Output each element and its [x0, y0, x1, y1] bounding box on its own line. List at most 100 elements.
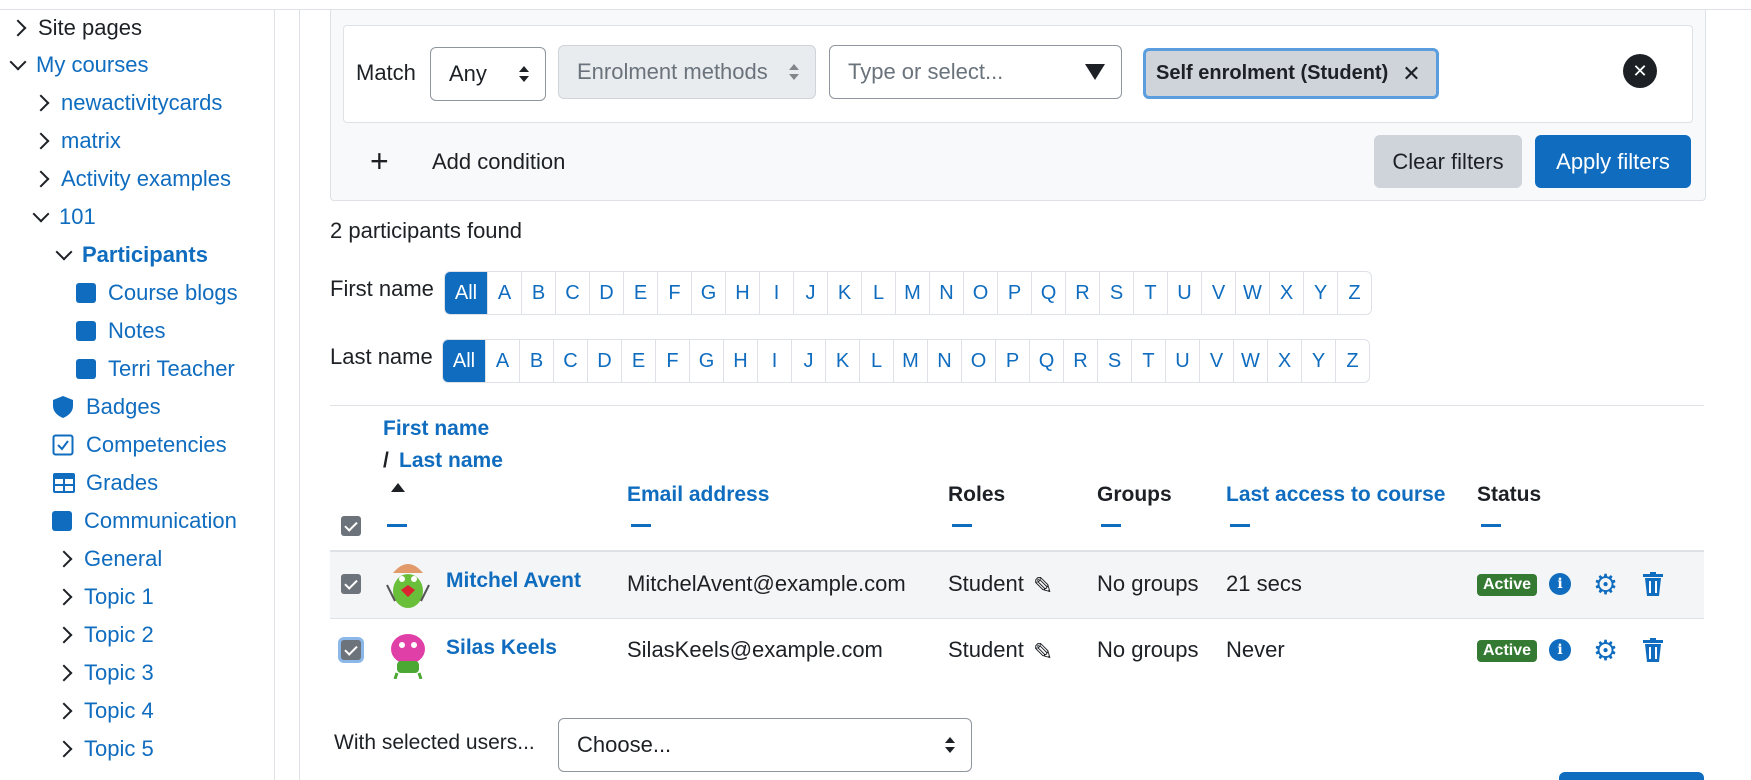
gear-icon[interactable]: ⚙ — [1593, 568, 1618, 601]
pencil-icon[interactable]: ✎ — [1033, 638, 1053, 667]
sidebar-item-terri-teacher[interactable]: Terri Teacher — [76, 355, 235, 383]
first-name-initial-z[interactable]: Z — [1337, 272, 1371, 314]
sidebar-item-competencies[interactable]: Competencies — [52, 431, 227, 459]
last-name-initial-o[interactable]: O — [961, 340, 995, 382]
first-name-initial-s[interactable]: S — [1099, 272, 1133, 314]
first-name-initial-o[interactable]: O — [963, 272, 997, 314]
last-name-initial-b[interactable]: B — [519, 340, 553, 382]
add-condition-button[interactable]: Add condition — [432, 149, 565, 175]
sidebar-item-notes[interactable]: Notes — [76, 317, 165, 345]
last-access-sort-link[interactable]: Last access to course — [1226, 483, 1445, 507]
sidebar-item-newactivitycards[interactable]: newactivitycards — [32, 89, 222, 117]
plus-icon[interactable]: + — [370, 145, 389, 177]
info-icon[interactable]: i — [1549, 573, 1571, 595]
last-name-initial-g[interactable]: G — [689, 340, 723, 382]
sidebar-item-course-blogs[interactable]: Course blogs — [76, 279, 238, 307]
sidebar-item-topic-2[interactable]: Topic 2 — [55, 621, 154, 649]
first-name-initial-m[interactable]: M — [895, 272, 929, 314]
sidebar-item-communication[interactable]: Communication — [52, 507, 237, 535]
filter-value-input[interactable]: Type or select... — [829, 45, 1122, 99]
first-name-initial-h[interactable]: H — [725, 272, 759, 314]
first-name-initial-u[interactable]: U — [1167, 272, 1201, 314]
first-name-initial-i[interactable]: I — [759, 272, 793, 314]
first-name-initial-t[interactable]: T — [1133, 272, 1167, 314]
first-name-initial-b[interactable]: B — [521, 272, 555, 314]
partially-visible-button[interactable] — [1559, 772, 1704, 780]
pencil-icon[interactable]: ✎ — [1033, 572, 1053, 601]
collapse-icon[interactable] — [952, 524, 972, 527]
last-name-initial-c[interactable]: C — [553, 340, 587, 382]
sidebar-item-topic-1[interactable]: Topic 1 — [55, 583, 154, 611]
collapse-icon[interactable] — [387, 524, 407, 527]
apply-filters-button[interactable]: Apply filters — [1535, 135, 1691, 188]
last-name-initial-n[interactable]: N — [927, 340, 961, 382]
first-name-initial-n[interactable]: N — [929, 272, 963, 314]
first-name-initial-j[interactable]: J — [793, 272, 827, 314]
sidebar-item-activity-examples[interactable]: Activity examples — [32, 165, 231, 193]
first-name-initial-w[interactable]: W — [1235, 272, 1269, 314]
last-name-initial-i[interactable]: I — [757, 340, 791, 382]
last-name-initial-m[interactable]: M — [893, 340, 927, 382]
last-name-initial-u[interactable]: U — [1165, 340, 1199, 382]
selected-filter-chip[interactable]: Self enrolment (Student) ✕ — [1143, 48, 1439, 99]
participant-name-link[interactable]: Mitchel Avent — [446, 569, 581, 593]
last-name-initial-d[interactable]: D — [587, 340, 621, 382]
last-name-initial-a[interactable]: A — [485, 340, 519, 382]
sidebar-item-site-pages[interactable]: Site pages — [9, 14, 142, 42]
close-icon[interactable]: ✕ — [1402, 61, 1420, 87]
first-name-initial-d[interactable]: D — [589, 272, 623, 314]
first-name-initial-l[interactable]: L — [861, 272, 895, 314]
last-name-initial-j[interactable]: J — [791, 340, 825, 382]
first-name-initial-c[interactable]: C — [555, 272, 589, 314]
collapse-icon[interactable] — [1230, 524, 1250, 527]
sidebar-item-badges[interactable]: Badges — [52, 393, 161, 421]
first-name-initial-x[interactable]: X — [1269, 272, 1303, 314]
first-name-initial-p[interactable]: P — [997, 272, 1031, 314]
first-name-initial-k[interactable]: K — [827, 272, 861, 314]
filter-type-select[interactable]: Enrolment methods — [558, 45, 816, 99]
sidebar-item-grades[interactable]: Grades — [52, 469, 158, 497]
last-name-initial-s[interactable]: S — [1097, 340, 1131, 382]
info-icon[interactable]: i — [1549, 639, 1571, 661]
first-name-sort-link[interactable]: First name — [383, 417, 489, 441]
row-checkbox[interactable] — [341, 640, 361, 660]
select-all-checkbox[interactable] — [341, 516, 361, 536]
sidebar-item-general[interactable]: General — [55, 545, 162, 573]
gear-icon[interactable]: ⚙ — [1593, 634, 1618, 667]
last-name-initial-t[interactable]: T — [1131, 340, 1165, 382]
first-name-initial-f[interactable]: F — [657, 272, 691, 314]
first-name-initial-e[interactable]: E — [623, 272, 657, 314]
sidebar-item-topic-3[interactable]: Topic 3 — [55, 659, 154, 687]
last-name-initial-all[interactable]: All — [443, 340, 485, 382]
last-name-initial-e[interactable]: E — [621, 340, 655, 382]
bulk-action-select[interactable]: Choose... — [558, 718, 972, 772]
first-name-initial-v[interactable]: V — [1201, 272, 1235, 314]
last-name-initial-f[interactable]: F — [655, 340, 689, 382]
clear-filters-button[interactable]: Clear filters — [1374, 135, 1522, 188]
row-checkbox[interactable] — [341, 574, 361, 594]
email-sort-link[interactable]: Email address — [627, 483, 769, 507]
last-name-initial-v[interactable]: V — [1199, 340, 1233, 382]
first-name-initial-y[interactable]: Y — [1303, 272, 1337, 314]
collapse-icon[interactable] — [631, 524, 651, 527]
last-name-initial-h[interactable]: H — [723, 340, 757, 382]
last-name-initial-y[interactable]: Y — [1301, 340, 1335, 382]
match-select[interactable]: Any — [430, 47, 546, 101]
first-name-initial-r[interactable]: R — [1065, 272, 1099, 314]
trash-icon[interactable] — [1643, 638, 1663, 662]
sidebar-item-topic-4[interactable]: Topic 4 — [55, 697, 154, 725]
remove-row-button[interactable]: ✕ — [1623, 54, 1657, 88]
sidebar-item-101[interactable]: 101 — [32, 203, 96, 231]
sidebar-item-participants[interactable]: Participants — [55, 241, 208, 269]
last-name-initial-z[interactable]: Z — [1335, 340, 1369, 382]
last-name-initial-q[interactable]: Q — [1029, 340, 1063, 382]
sidebar-item-my-courses[interactable]: My courses — [9, 51, 148, 79]
last-name-initial-l[interactable]: L — [859, 340, 893, 382]
last-name-initial-w[interactable]: W — [1233, 340, 1267, 382]
sidebar-item-matrix[interactable]: matrix — [32, 127, 121, 155]
last-name-initial-r[interactable]: R — [1063, 340, 1097, 382]
participant-name-link[interactable]: Silas Keels — [446, 636, 557, 660]
first-name-initial-q[interactable]: Q — [1031, 272, 1065, 314]
collapse-icon[interactable] — [1101, 524, 1121, 527]
collapse-icon[interactable] — [1481, 524, 1501, 527]
